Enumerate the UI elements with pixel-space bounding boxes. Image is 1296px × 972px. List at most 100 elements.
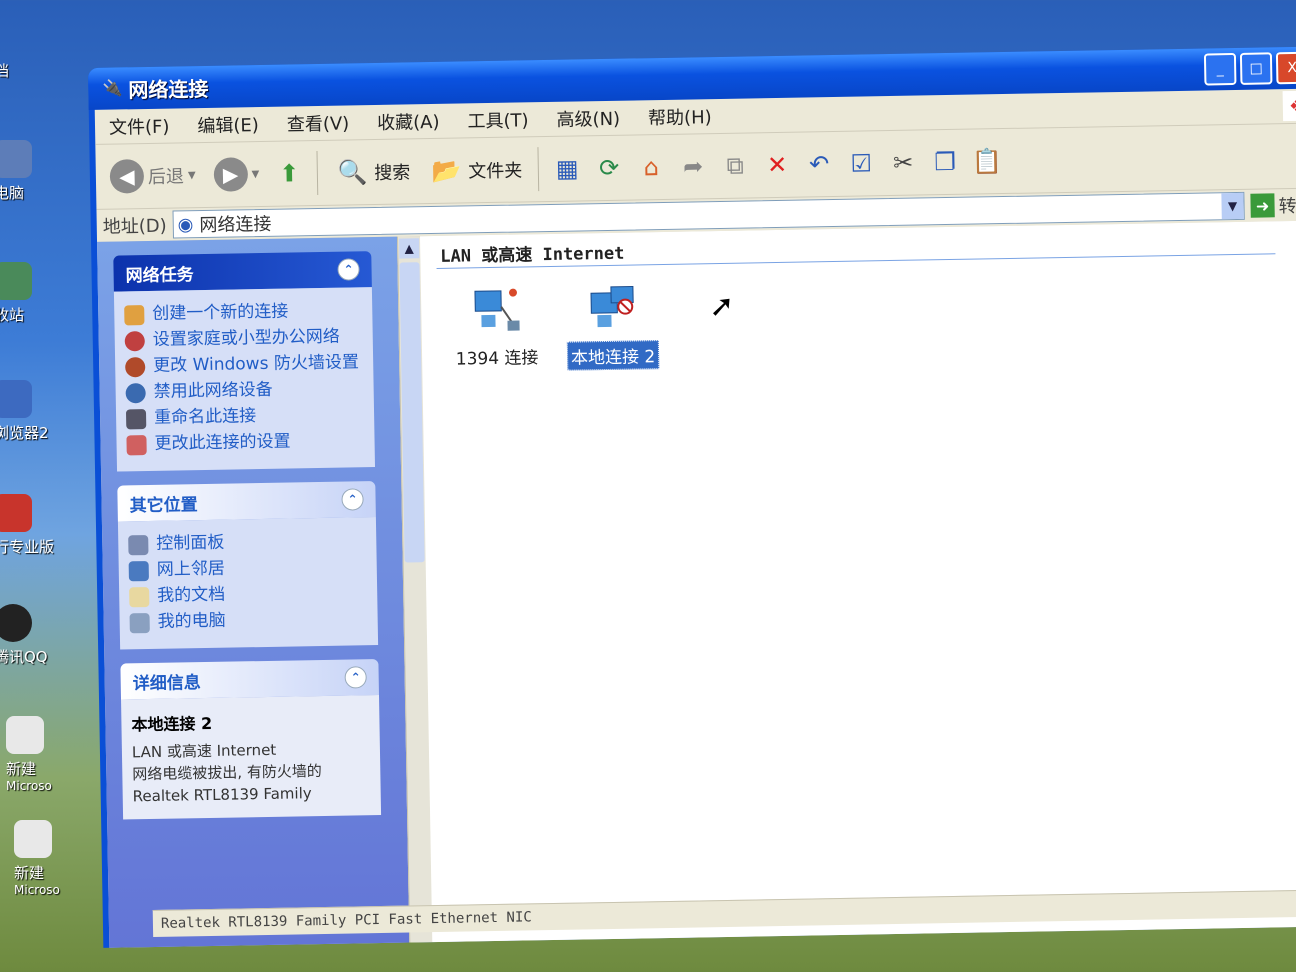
task-label: 禁用此网络设备 [153, 379, 273, 402]
copy-button[interactable]: ❐ [927, 144, 964, 181]
task-setup-home-network[interactable]: 设置家庭或小型办公网络 [124, 326, 363, 352]
copy-to-button[interactable]: ⧉ [717, 147, 754, 184]
desktop-icon-label: 行专业版 [0, 538, 55, 556]
place-label: 我的电脑 [157, 610, 226, 632]
desktop-icon[interactable]: 新建 Microso [14, 820, 84, 897]
paste-button[interactable]: 📋 [969, 143, 1006, 180]
paste-icon: 📋 [971, 147, 1003, 176]
group-header: LAN 或高速 Internet [440, 243, 625, 267]
go-button[interactable]: 转到 [1278, 192, 1296, 219]
address-value: 网络连接 [199, 213, 272, 237]
cut-button[interactable]: ✂ [885, 144, 922, 181]
desktop-icon[interactable]: 档 [0, 60, 64, 81]
qq-penguin-icon [0, 604, 32, 642]
views-icon: ▦ [555, 154, 579, 183]
task-label: 创建一个新的连接 [152, 301, 289, 324]
home-button[interactable]: ⌂ [633, 149, 670, 186]
copy-icon: ❐ [934, 147, 957, 177]
collapse-icon[interactable]: ⌃ [341, 488, 364, 511]
menu-favorites[interactable]: 收藏(A) [363, 108, 454, 136]
control-panel-icon [128, 535, 149, 556]
up-folder-button[interactable]: ⬆ [271, 155, 308, 192]
move-to-button[interactable]: ➦ [675, 148, 712, 185]
place-control-panel[interactable]: 控制面板 [128, 531, 366, 556]
properties-button[interactable]: ☑ [843, 145, 880, 182]
status-text: Realtek RTL8139 Family PCI Fast Ethernet… [160, 909, 532, 932]
back-button[interactable]: ◀ 后退 ▼ [104, 154, 202, 198]
refresh-button[interactable]: ⟳ [591, 150, 628, 187]
browser-icon [0, 380, 32, 418]
desktop-icon-sublabel: Microso [6, 779, 52, 793]
recycle-bin-icon [0, 262, 32, 300]
network-neighborhood-icon [128, 561, 149, 582]
collapse-icon[interactable]: ⌃ [344, 666, 367, 689]
details-header[interactable]: 详细信息 ⌃ [120, 659, 379, 700]
place-my-computer[interactable]: 我的电脑 [129, 609, 368, 634]
desktop-icon[interactable]: 行专业版 [0, 494, 64, 557]
network-disconnected-icon [585, 282, 640, 337]
task-label: 设置家庭或小型办公网络 [152, 326, 340, 350]
minimize-button[interactable]: _ [1203, 52, 1237, 86]
place-network-neighborhood[interactable]: 网上邻居 [128, 557, 367, 582]
task-rename-connection[interactable]: 重命名此连接 [125, 405, 364, 430]
desktop-icon[interactable]: 收站 [0, 262, 64, 325]
forward-button[interactable]: ▶ ▼ [207, 153, 265, 196]
mouse-cursor-icon: ➚ [708, 288, 735, 325]
windows-logo-icon: ❖ [1282, 90, 1296, 122]
details-connection-status: 网络电缆被拔出, 有防火墙的 [132, 762, 323, 784]
go-arrow-icon[interactable]: ➜ [1250, 193, 1275, 218]
menu-file[interactable]: 文件(F) [95, 112, 184, 140]
task-change-settings[interactable]: 更改此连接的设置 [126, 431, 364, 456]
my-computer-icon [129, 613, 150, 634]
desktop-icon-label: 新建 [14, 864, 45, 882]
rename-icon [125, 409, 147, 430]
explorer-window: 🔌 网络连接 _ □ X 文件(F) 编辑(E) 查看(V) 收藏(A) 工具(… [88, 46, 1296, 948]
desktop-icon[interactable]: 新建 Microso [6, 716, 76, 793]
menu-edit[interactable]: 编辑(E) [183, 111, 273, 139]
task-label: 更改此连接的设置 [154, 431, 291, 454]
disable-device-icon [125, 383, 146, 404]
menu-tools[interactable]: 工具(T) [453, 106, 542, 134]
task-label: 重命名此连接 [153, 406, 257, 428]
connection-label: 本地连接 2 [566, 340, 660, 371]
close-button[interactable]: X [1275, 51, 1296, 85]
other-places-header[interactable]: 其它位置 ⌃ [117, 481, 376, 522]
place-my-documents[interactable]: 我的文档 [129, 583, 367, 608]
desktop-icon-label: 档 [0, 62, 10, 80]
network-tasks-header[interactable]: 网络任务 ⌃ [113, 251, 372, 292]
folders-button[interactable]: 📂 文件夹 [422, 147, 529, 193]
undo-button[interactable]: ↶ [801, 146, 838, 183]
menu-help[interactable]: 帮助(H) [634, 103, 726, 131]
connection-item-1394[interactable]: 1394 连接 [441, 284, 552, 371]
connection-label: 1394 连接 [455, 348, 539, 370]
views-button[interactable]: ▦ [549, 150, 586, 187]
new-connection-icon [124, 305, 145, 326]
task-label: 更改 Windows 防火墙设置 [153, 352, 360, 376]
connection-item-local-2[interactable]: 本地连接 2 [557, 282, 669, 371]
details-panel: 详细信息 ⌃ 本地连接 2 LAN 或高速 Internet 网络电缆被拔出, … [120, 659, 382, 820]
menu-advanced[interactable]: 高级(N) [542, 104, 634, 132]
network-connections-icon: ◉ [177, 213, 194, 235]
network-tasks-panel: 网络任务 ⌃ 创建一个新的连接 设置家庭或小型办公网络 更改 Windows 防… [113, 251, 376, 472]
chevron-down-icon: ▼ [187, 169, 196, 181]
delete-button[interactable]: ✕ [759, 147, 796, 184]
other-places-title: 其它位置 [129, 494, 198, 516]
collapse-icon[interactable]: ⌃ [337, 258, 360, 281]
address-dropdown-button[interactable]: ▼ [1221, 192, 1244, 220]
task-create-connection[interactable]: 创建一个新的连接 [124, 301, 362, 326]
desktop-icon[interactable]: 腾讯QQ [0, 604, 64, 667]
desktop-icon[interactable]: 浏览器2 [0, 380, 64, 443]
search-icon: 🔍 [337, 158, 368, 187]
menu-view[interactable]: 查看(V) [273, 109, 364, 137]
search-button[interactable]: 🔍 搜索 [328, 149, 417, 195]
scroll-up-button[interactable]: ▲ [399, 238, 420, 259]
computer-icon [0, 140, 32, 178]
other-places-panel: 其它位置 ⌃ 控制面板 网上邻居 我的文档 我的电脑 [117, 481, 379, 650]
window-title: 网络连接 [128, 76, 209, 102]
home-network-icon [124, 331, 145, 352]
task-firewall-settings[interactable]: 更改 Windows 防火墙设置 [125, 352, 363, 378]
task-disable-device[interactable]: 禁用此网络设备 [125, 379, 364, 404]
maximize-button[interactable]: □ [1239, 52, 1273, 85]
network-connections-icon: 🔌 [102, 78, 123, 98]
desktop-icon[interactable]: 电脑 [0, 140, 64, 203]
